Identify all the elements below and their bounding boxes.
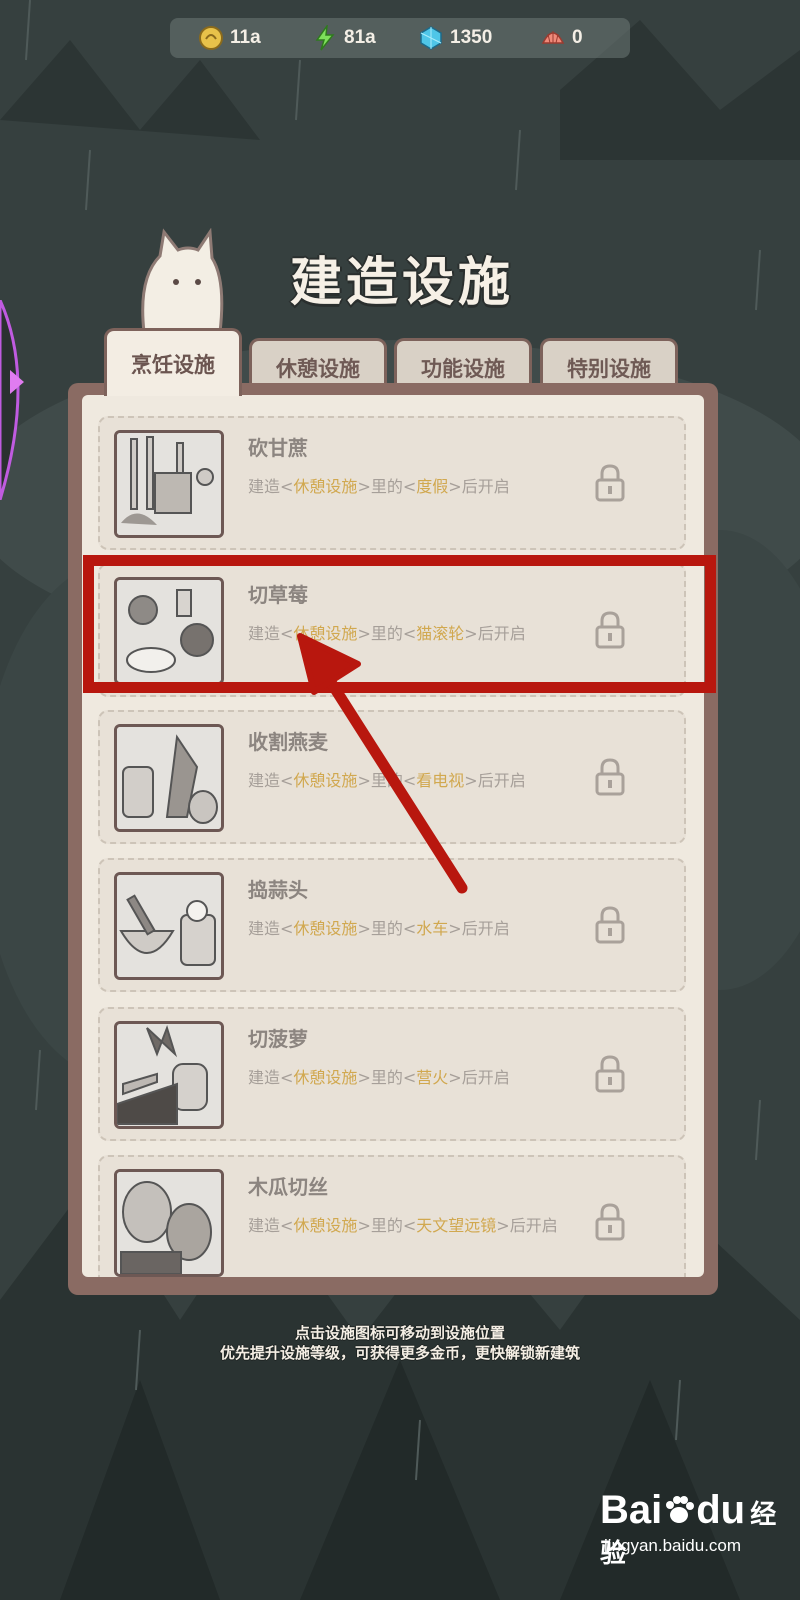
watermark-url: jingyan.baidu.com xyxy=(604,1536,742,1555)
facility-card[interactable]: 捣蒜头 建造<休憩设施>里的<水车>后开启 xyxy=(98,858,686,992)
tab-cooking[interactable]: 烹饪设施 xyxy=(104,328,242,396)
facility-name: 收割燕麦 xyxy=(248,730,328,754)
resource-bar: 11a 81a 1350 0 xyxy=(170,18,630,58)
facility-name: 切菠萝 xyxy=(248,1027,308,1051)
facility-card[interactable]: 切菠萝 建造<休憩设施>里的<营火>后开启 xyxy=(98,1007,686,1141)
coin-icon xyxy=(199,26,223,50)
side-drawer-handle[interactable] xyxy=(0,300,40,500)
coin-count: 11a xyxy=(230,27,261,48)
cat-mascot xyxy=(141,228,224,332)
page-title: 建造设施 xyxy=(290,253,515,313)
lock-icon xyxy=(595,464,625,502)
lock-icon xyxy=(595,906,625,944)
facility-panel: 砍甘蔗 建造<休憩设施>里的<度假>后开启 切草莓 建造<休憩设施>里的<猫滚轮… xyxy=(68,383,718,1295)
gem-count: 1350 xyxy=(450,27,493,48)
facility-name: 砍甘蔗 xyxy=(248,436,308,460)
facility-thumbnail-pineapple[interactable] xyxy=(114,1021,224,1129)
lock-icon xyxy=(595,1055,625,1093)
watermark-logo: Bai xyxy=(600,1488,663,1532)
facility-unlock-desc: 建造<休憩设施>里的<度假>后开启 xyxy=(248,477,510,496)
lock-icon xyxy=(595,758,625,796)
energy-count: 81a xyxy=(344,27,376,48)
facility-unlock-desc: 建造<休憩设施>里的<水车>后开启 xyxy=(248,919,510,938)
facility-thumbnail-garlic[interactable] xyxy=(114,872,224,980)
paw-icon xyxy=(666,1496,695,1523)
gem-icon xyxy=(420,26,442,50)
hint-line-1: 点击设施图标可移动到设施位置 xyxy=(294,1324,505,1342)
resource-energy[interactable]: 81a xyxy=(312,25,376,51)
facility-unlock-desc: 建造<休憩设施>里的<天文望远镜>后开启 xyxy=(248,1216,558,1235)
facility-unlock-desc: 建造<休憩设施>里的<看电视>后开启 xyxy=(248,771,526,790)
highlight-box xyxy=(83,555,716,693)
facility-list[interactable]: 砍甘蔗 建造<休憩设施>里的<度假>后开启 切草莓 建造<休憩设施>里的<猫滚轮… xyxy=(82,395,704,1277)
facility-card[interactable]: 木瓜切丝 建造<休憩设施>里的<天文望远镜>后开启 xyxy=(98,1155,686,1277)
resource-shell[interactable]: 0 xyxy=(540,25,583,51)
shell-icon xyxy=(541,31,565,44)
facility-name: 木瓜切丝 xyxy=(248,1175,328,1199)
facility-thumbnail-papaya[interactable] xyxy=(114,1169,224,1277)
lock-icon xyxy=(595,1203,625,1241)
energy-bolt-icon xyxy=(315,25,335,51)
facility-unlock-desc: 建造<休憩设施>里的<营火>后开启 xyxy=(248,1068,510,1087)
facility-thumbnail-sugarcane[interactable] xyxy=(114,430,224,538)
baidu-watermark: Bai du 经验 xyxy=(600,1488,777,1569)
facility-card[interactable]: 收割燕麦 建造<休憩设施>里的<看电视>后开启 xyxy=(98,710,686,844)
facility-name: 捣蒜头 xyxy=(248,878,308,902)
hint-line-2: 优先提升设施等级，可获得更多金币，更快解锁新建筑 xyxy=(219,1344,580,1362)
resource-coin[interactable]: 11a xyxy=(198,25,261,51)
facility-thumbnail-oats[interactable] xyxy=(114,724,224,832)
resource-gem[interactable]: 1350 xyxy=(418,25,492,51)
facility-card[interactable]: 砍甘蔗 建造<休憩设施>里的<度假>后开启 xyxy=(98,416,686,550)
shell-count: 0 xyxy=(572,27,583,48)
